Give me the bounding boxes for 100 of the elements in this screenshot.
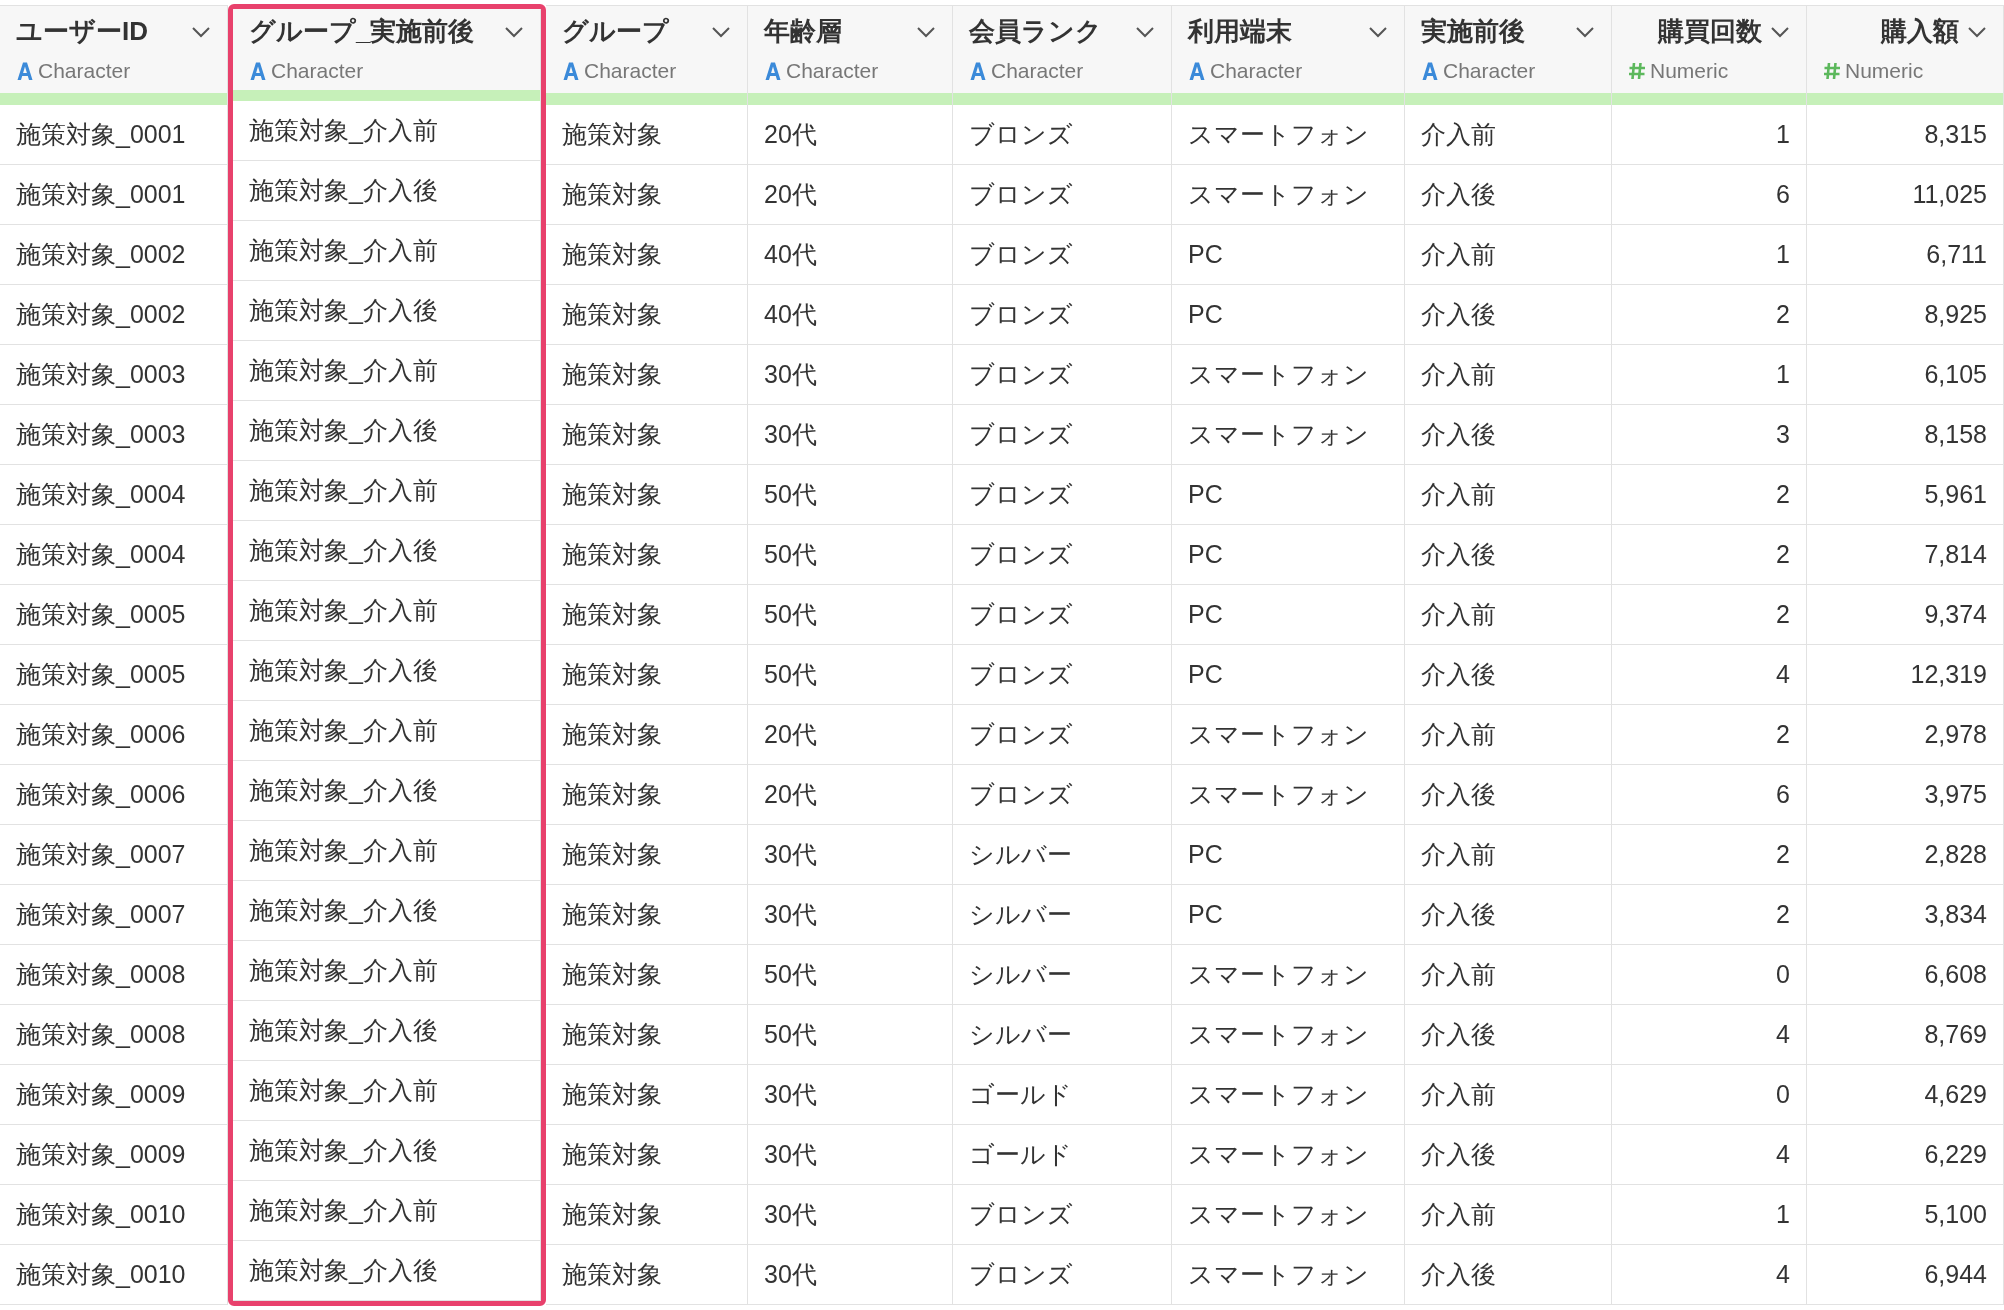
column-header[interactable]: 会員ランク Character: [953, 5, 1172, 93]
chevron-down-icon[interactable]: [711, 25, 731, 38]
column-title: 利用端末: [1188, 15, 1292, 49]
table-cell: 施策対象_介入前: [233, 941, 541, 1001]
table-cell: PC: [1172, 225, 1405, 285]
table-cell: 施策対象_0004: [0, 465, 228, 525]
table-cell: 介入前: [1405, 1065, 1612, 1125]
chevron-down-icon[interactable]: [1770, 25, 1790, 38]
table-cell: 4: [1612, 1125, 1807, 1185]
table-cell: シルバー: [953, 825, 1172, 885]
column-title: 会員ランク: [969, 15, 1102, 49]
column-title: 購買回数: [1658, 15, 1762, 49]
column-header[interactable]: 購買回数 Numeric: [1612, 5, 1807, 93]
letter-a-icon: [249, 60, 267, 81]
table-cell: 6,229: [1807, 1125, 2004, 1185]
table-cell: 施策対象_介入後: [233, 401, 541, 461]
chevron-down-icon[interactable]: [504, 25, 524, 38]
table-cell: 12,319: [1807, 645, 2004, 705]
table-cell: 施策対象_介入後: [233, 1121, 541, 1181]
table-cell: 施策対象: [546, 465, 748, 525]
table-cell: PC: [1172, 885, 1405, 945]
table-cell: ブロンズ: [953, 1185, 1172, 1245]
column-header[interactable]: ユーザーID Character: [0, 5, 228, 93]
table-cell: 40代: [748, 225, 953, 285]
column-type: Character: [786, 58, 879, 85]
table-cell: 施策対象_0003: [0, 345, 228, 405]
hash-icon: [1823, 62, 1841, 80]
table-cell: 施策対象_0006: [0, 705, 228, 765]
table-cell: PC: [1172, 285, 1405, 345]
table-cell: 施策対象_0002: [0, 285, 228, 345]
table-cell: 30代: [748, 1125, 953, 1185]
table-cell: ブロンズ: [953, 1245, 1172, 1305]
table-cell: PC: [1172, 465, 1405, 525]
table-cell: 施策対象: [546, 585, 748, 645]
table-cell: スマートフォン: [1172, 405, 1405, 465]
table-cell: 1: [1612, 1185, 1807, 1245]
column-header[interactable]: グループ Character: [546, 5, 748, 93]
table-cell: 施策対象_0010: [0, 1185, 228, 1245]
table-cell: 介入後: [1405, 885, 1612, 945]
table-cell: 介入前: [1405, 1185, 1612, 1245]
table-cell: 8,769: [1807, 1005, 2004, 1065]
table-cell: ブロンズ: [953, 345, 1172, 405]
table-cell: 4: [1612, 1005, 1807, 1065]
table-cell: 施策対象_介入後: [233, 281, 541, 341]
column-header[interactable]: 年齢層 Character: [748, 5, 953, 93]
table-cell: 介入前: [1405, 225, 1612, 285]
table-cell: PC: [1172, 645, 1405, 705]
column-header[interactable]: 購入額 Numeric: [1807, 5, 2004, 93]
table-cell: 介入後: [1405, 765, 1612, 825]
table-cell: 50代: [748, 585, 953, 645]
table-cell: 施策対象_介入後: [233, 881, 541, 941]
chevron-down-icon[interactable]: [1967, 25, 1987, 38]
table-cell: 50代: [748, 1005, 953, 1065]
table-cell: 30代: [748, 405, 953, 465]
chevron-down-icon[interactable]: [1575, 25, 1595, 38]
table-cell: ブロンズ: [953, 705, 1172, 765]
table-cell: 2: [1612, 585, 1807, 645]
column-header[interactable]: 実施前後 Character: [1405, 5, 1612, 93]
table-cell: 施策対象: [546, 1125, 748, 1185]
table-cell: 施策対象: [546, 825, 748, 885]
table-cell: 6,944: [1807, 1245, 2004, 1305]
letter-a-icon: [969, 61, 987, 81]
table-cell: 20代: [748, 105, 953, 165]
table-cell: 30代: [748, 1185, 953, 1245]
table-cell: 施策対象_介入前: [233, 821, 541, 881]
table-cell: 施策対象: [546, 285, 748, 345]
table-cell: 3,834: [1807, 885, 2004, 945]
table-cell: シルバー: [953, 885, 1172, 945]
chevron-down-icon[interactable]: [191, 25, 211, 38]
table-cell: ゴールド: [953, 1065, 1172, 1125]
table-cell: 1: [1612, 105, 1807, 165]
table-cell: 2,828: [1807, 825, 2004, 885]
column-type: Character: [38, 58, 131, 85]
table-cell: 施策対象_0009: [0, 1065, 228, 1125]
table-cell: 8,158: [1807, 405, 2004, 465]
table-cell: 2: [1612, 705, 1807, 765]
table-cell: 施策対象_介入後: [233, 641, 541, 701]
table-cell: 3,975: [1807, 765, 2004, 825]
table-cell: 施策対象_0010: [0, 1245, 228, 1305]
table-cell: スマートフォン: [1172, 105, 1405, 165]
chevron-down-icon[interactable]: [916, 25, 936, 38]
chevron-down-icon[interactable]: [1135, 25, 1155, 38]
table-cell: シルバー: [953, 1005, 1172, 1065]
table-cell: シルバー: [953, 945, 1172, 1005]
table-cell: 施策対象_0005: [0, 645, 228, 705]
table-cell: ブロンズ: [953, 105, 1172, 165]
chevron-down-icon[interactable]: [1368, 25, 1388, 38]
column-header[interactable]: 利用端末 Character: [1172, 5, 1405, 93]
table-cell: 施策対象_0001: [0, 165, 228, 225]
table-cell: スマートフォン: [1172, 1185, 1405, 1245]
letter-a-icon: [16, 61, 34, 81]
column-header[interactable]: グループ_実施前後 Character: [233, 9, 541, 90]
letter-a-icon: [562, 61, 580, 81]
table-cell: 0: [1612, 945, 1807, 1005]
table-cell: スマートフォン: [1172, 345, 1405, 405]
table-cell: 施策対象_介入前: [233, 1181, 541, 1241]
table-cell: スマートフォン: [1172, 1125, 1405, 1185]
table-cell: 施策対象_介入前: [233, 1061, 541, 1121]
table-cell: 施策対象_0008: [0, 1005, 228, 1065]
column-type: Character: [584, 58, 677, 85]
